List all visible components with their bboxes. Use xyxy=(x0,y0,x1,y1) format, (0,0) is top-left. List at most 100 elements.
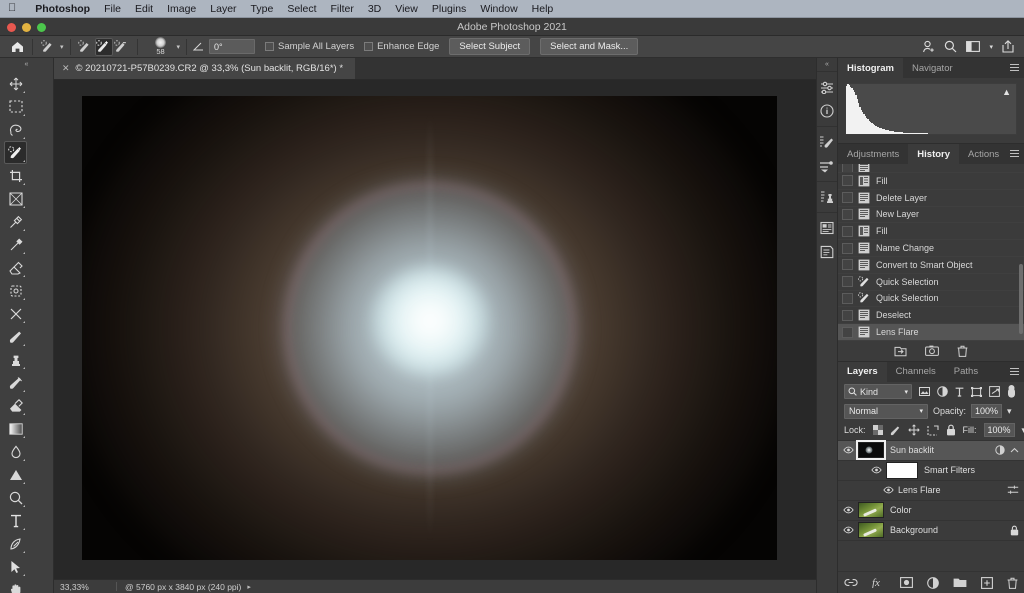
panel-menu-icon[interactable] xyxy=(1010,150,1019,159)
home-icon[interactable] xyxy=(8,38,26,56)
eraser-alt-tool[interactable] xyxy=(4,394,27,417)
history-state-row[interactable]: Quick Selection xyxy=(838,274,1024,291)
clone-source-icon[interactable] xyxy=(817,185,837,209)
layer-thumbnail[interactable] xyxy=(858,502,884,519)
select-and-mask-button[interactable]: Select and Mask... xyxy=(540,38,639,55)
history-state-row[interactable]: Fill xyxy=(838,223,1024,241)
menu-item-photoshop[interactable]: Photoshop xyxy=(28,3,97,15)
document-canvas[interactable] xyxy=(82,96,777,560)
history-snapshot-checkbox[interactable] xyxy=(842,192,853,204)
frame-tool[interactable] xyxy=(4,187,27,210)
menu-item-3d[interactable]: 3D xyxy=(361,3,388,15)
layer-thumbnail[interactable] xyxy=(858,442,884,459)
lock-position-icon[interactable] xyxy=(907,424,920,436)
lock-image-pixels-icon[interactable] xyxy=(890,425,901,436)
layer-row[interactable]: Smart Filters xyxy=(838,461,1024,481)
new-layer-icon[interactable] xyxy=(981,576,993,589)
chevron-down-icon[interactable]: ▾ xyxy=(904,388,908,396)
quick-selection-subtract-icon[interactable] xyxy=(113,38,131,56)
new-adjustment-layer-icon[interactable] xyxy=(927,576,939,589)
panel-menu-icon[interactable] xyxy=(1010,367,1019,377)
layer-visibility-eye-icon[interactable] xyxy=(878,486,898,494)
chevron-down-icon[interactable]: ▾ xyxy=(989,43,993,51)
menu-item-help[interactable]: Help xyxy=(525,3,561,15)
workspace-icon[interactable] xyxy=(966,41,981,52)
menu-item-file[interactable]: File xyxy=(97,3,128,15)
menu-item-image[interactable]: Image xyxy=(160,3,203,15)
history-scrollbar[interactable] xyxy=(1019,264,1023,334)
menu-item-type[interactable]: Type xyxy=(244,3,281,15)
history-state-list[interactable]: Fill Delete Layer New Layer Fill Name Change… xyxy=(838,164,1024,341)
history-snapshot-checkbox[interactable] xyxy=(842,208,853,220)
lock-all-icon[interactable] xyxy=(1010,525,1019,536)
filter-blending-options-icon[interactable] xyxy=(1007,485,1019,495)
menu-item-edit[interactable]: Edit xyxy=(128,3,160,15)
tab-adjustments[interactable]: Adjustments xyxy=(838,144,908,164)
blur-tool[interactable] xyxy=(4,440,27,463)
tab-channels[interactable]: Channels xyxy=(887,362,945,382)
filter-adjustment-icon[interactable] xyxy=(937,386,948,398)
opacity-field[interactable]: 100% xyxy=(971,404,1003,419)
quick-selection-tool[interactable] xyxy=(4,141,27,164)
history-snapshot-checkbox[interactable] xyxy=(842,292,853,304)
libraries-icon[interactable] xyxy=(817,216,837,240)
layer-row[interactable]: Lens Flare xyxy=(838,481,1024,501)
history-brush-tool[interactable] xyxy=(4,371,27,394)
filter-shape-icon[interactable] xyxy=(971,386,982,397)
select-subject-button[interactable]: Select Subject xyxy=(449,38,531,55)
chevron-down-icon[interactable]: ▾ xyxy=(919,407,923,415)
blend-mode-select[interactable]: Normal ▾ xyxy=(844,403,928,419)
layer-visibility-eye-icon[interactable] xyxy=(838,446,858,454)
layer-thumbnail[interactable] xyxy=(858,522,884,539)
lasso-tool[interactable] xyxy=(4,118,27,141)
share-user-icon[interactable] xyxy=(922,40,935,53)
layer-thumbnail[interactable] xyxy=(886,461,918,479)
tab-layers[interactable]: Layers xyxy=(838,361,887,382)
layer-visibility-eye-icon[interactable] xyxy=(838,506,858,514)
brush-size-picker[interactable]: 58 xyxy=(148,37,174,56)
history-snapshot-checkbox[interactable] xyxy=(842,242,853,254)
patch-tool[interactable] xyxy=(4,279,27,302)
layer-list[interactable]: Sun backlit Smart Filters Lens Flare Color B… xyxy=(838,439,1024,541)
export-icon[interactable] xyxy=(1002,40,1014,53)
eraser-tool[interactable] xyxy=(4,256,27,279)
close-icon[interactable]: ✕ xyxy=(62,63,70,74)
history-snapshot-checkbox[interactable] xyxy=(842,225,853,237)
filter-toggle-icon[interactable] xyxy=(1007,385,1016,399)
move-tool[interactable] xyxy=(4,72,27,95)
collapse-chevrons-icon[interactable]: « xyxy=(0,58,53,70)
layer-visibility-eye-icon[interactable] xyxy=(866,466,886,474)
tab-history[interactable]: History xyxy=(908,144,960,164)
new-group-icon[interactable] xyxy=(953,577,967,588)
notes-icon[interactable] xyxy=(817,240,837,264)
filter-smart-object-icon[interactable] xyxy=(989,386,1000,398)
dodge-tool[interactable] xyxy=(4,463,27,486)
warning-triangle-icon[interactable]: ▲ xyxy=(1002,87,1011,97)
layer-filter-kind-select[interactable]: Kind ▾ xyxy=(844,384,912,400)
add-layer-mask-icon[interactable] xyxy=(900,577,913,588)
path-selection-tool[interactable] xyxy=(4,555,27,578)
layer-visibility-eye-icon[interactable] xyxy=(838,526,858,534)
spot-healing-brush-tool[interactable] xyxy=(4,233,27,256)
quick-selection-add-icon[interactable] xyxy=(94,37,113,56)
type-tool[interactable] xyxy=(4,509,27,532)
crop-tool[interactable] xyxy=(4,164,27,187)
collapse-chevrons-icon[interactable]: « xyxy=(817,58,837,71)
history-snapshot-checkbox[interactable] xyxy=(842,276,853,288)
history-state-row[interactable] xyxy=(838,164,1024,173)
sponge-tool[interactable] xyxy=(4,486,27,509)
gradient-tool[interactable] xyxy=(4,417,27,440)
layer-row[interactable]: Background xyxy=(838,521,1024,541)
history-state-row[interactable]: New Layer xyxy=(838,207,1024,224)
delete-state-icon[interactable] xyxy=(957,345,968,357)
apple-logo-icon[interactable]:  xyxy=(8,3,16,14)
lock-all-icon[interactable] xyxy=(946,424,956,436)
history-snapshot-checkbox[interactable] xyxy=(842,175,853,187)
history-state-row[interactable]: Fill xyxy=(838,173,1024,190)
menu-item-view[interactable]: View xyxy=(388,3,425,15)
link-layers-icon[interactable] xyxy=(844,578,858,587)
adjustments-sliders-icon[interactable] xyxy=(817,75,837,99)
canvas-workspace[interactable]: 33,33% @ 5760 px x 3840 px (240 ppi) ▸ xyxy=(54,80,838,593)
brush-settings-icon[interactable] xyxy=(817,130,837,154)
brush-presets-icon[interactable] xyxy=(817,154,837,178)
